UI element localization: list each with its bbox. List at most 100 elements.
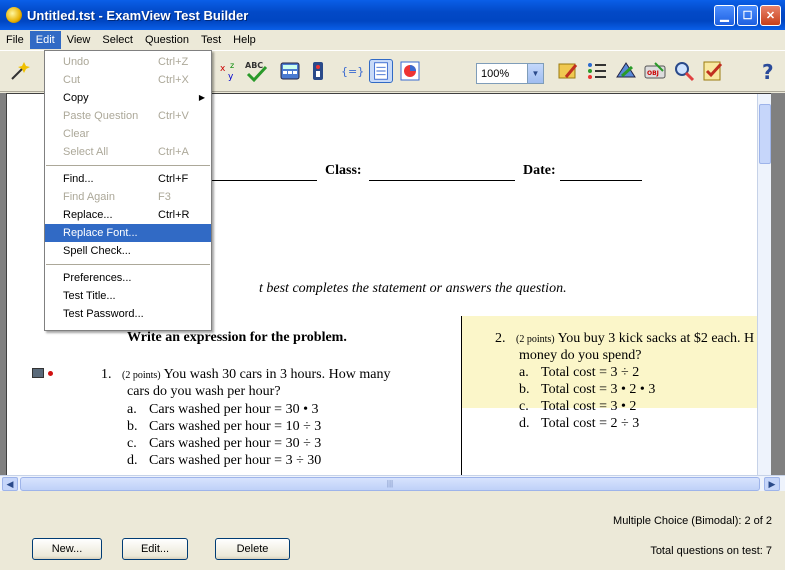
- vertical-scrollbar[interactable]: [757, 94, 771, 475]
- svg-text:OBJ: OBJ: [647, 70, 659, 77]
- q2-choice-a[interactable]: a. Total cost = 3 ÷ 2: [519, 365, 639, 381]
- examview-app-icon[interactable]: [6, 7, 22, 23]
- info-icon[interactable]: [306, 59, 330, 83]
- menu-separator: [46, 264, 210, 265]
- sort-icon[interactable]: [614, 59, 638, 83]
- points-label: (2 points): [516, 334, 555, 345]
- chart-icon[interactable]: [398, 59, 422, 83]
- menu-shortcut: Ctrl+R: [158, 209, 190, 221]
- choice-letter: a.: [127, 402, 137, 417]
- menu-undo[interactable]: Undo Ctrl+Z: [45, 53, 211, 71]
- question-number: 2.: [495, 331, 506, 346]
- date-label: Date:: [523, 163, 556, 178]
- menu-select-all[interactable]: Select All Ctrl+A: [45, 143, 211, 161]
- choice-letter: b.: [519, 382, 530, 397]
- edit-button[interactable]: Edit...: [122, 538, 188, 560]
- edit-menu-dropdown: Undo Ctrl+Z Cut Ctrl+X Copy ▶ Paste Questio…: [44, 50, 212, 331]
- svg-text:?: ?: [762, 60, 774, 83]
- menu-label: Select All: [63, 146, 109, 158]
- menu-label: Spell Check...: [63, 245, 131, 257]
- svg-text:y: y: [228, 72, 234, 82]
- question-edit-icon[interactable]: [556, 59, 580, 83]
- wizard-icon[interactable]: [8, 59, 32, 83]
- menu-shortcut: Ctrl+Z: [158, 56, 189, 68]
- menu-label: Copy: [63, 92, 89, 104]
- menu-clear[interactable]: Clear: [45, 125, 211, 143]
- menu-label: Undo: [63, 56, 90, 68]
- question-2-line1[interactable]: 2. (2 points) You buy 3 kick sacks at $2…: [495, 331, 754, 348]
- menu-replace-font[interactable]: Replace Font...: [45, 224, 211, 242]
- zoom-select[interactable]: 100% ▼: [476, 63, 544, 84]
- title-bar: Untitled.tst - ExamView Test Builder ▁ ☐…: [0, 0, 785, 30]
- spell-check-icon[interactable]: ABC: [244, 59, 268, 83]
- numbered-list-icon[interactable]: [585, 59, 609, 83]
- question-2-line2: money do you spend?: [519, 348, 642, 363]
- menu-edit[interactable]: Edit: [29, 31, 61, 49]
- scroll-left-icon[interactable]: ◀: [2, 477, 18, 491]
- menu-preferences[interactable]: Preferences...: [45, 269, 211, 287]
- vertical-scroll-thumb[interactable]: [759, 104, 771, 164]
- menu-question[interactable]: Question: [139, 31, 195, 49]
- search-replace-icon[interactable]: [672, 59, 696, 83]
- q2-choice-c[interactable]: c. Total cost = 3 • 2: [519, 399, 636, 415]
- menu-view[interactable]: View: [61, 31, 97, 49]
- objectives-icon[interactable]: OBJ: [643, 59, 667, 83]
- menu-select[interactable]: Select: [96, 31, 139, 49]
- menu-shortcut: Ctrl+F: [158, 173, 189, 185]
- svg-text:z: z: [230, 61, 234, 70]
- bracket-icon[interactable]: {=}: [340, 59, 364, 83]
- question-1-line1[interactable]: 1. (2 points) You wash 30 cars in 3 hour…: [101, 367, 390, 384]
- delete-button[interactable]: Delete: [215, 538, 290, 560]
- window-title: Untitled.tst - ExamView Test Builder: [27, 7, 249, 23]
- horizontal-scroll-thumb[interactable]: |||: [20, 477, 760, 491]
- close-button[interactable]: ✕: [760, 5, 781, 26]
- q2-choice-b[interactable]: b. Total cost = 3 • 2 • 3: [519, 382, 655, 398]
- question-text: You wash 30 cars in 3 hours. How many: [163, 367, 391, 382]
- menu-test[interactable]: Test: [195, 31, 227, 49]
- calculator-icon[interactable]: [278, 59, 302, 83]
- menu-test-password[interactable]: Test Password...: [45, 305, 211, 323]
- menu-file[interactable]: File: [0, 31, 30, 49]
- q1-choice-d[interactable]: d. Cars washed per hour = 3 ÷ 30: [127, 453, 321, 469]
- scramble-icon[interactable]: xyz: [218, 59, 242, 83]
- scroll-right-icon[interactable]: ▶: [764, 477, 780, 491]
- checklist-icon[interactable]: [701, 59, 725, 83]
- new-button[interactable]: New...: [32, 538, 102, 560]
- status-dot-icon: [48, 370, 53, 376]
- section-header: Write an expression for the problem.: [127, 330, 347, 345]
- menu-find-again[interactable]: Find Again F3: [45, 188, 211, 206]
- page-view-icon[interactable]: [369, 59, 393, 83]
- menu-paste-question[interactable]: Paste Question Ctrl+V: [45, 107, 211, 125]
- horizontal-scrollbar[interactable]: ◀ ||| ▶: [0, 475, 785, 491]
- menu-shortcut: F3: [158, 191, 171, 203]
- q1-choice-c[interactable]: c. Cars washed per hour = 30 ÷ 3: [127, 436, 321, 452]
- choice-text: Total cost = 3 ÷ 2: [541, 365, 640, 380]
- q1-choice-b[interactable]: b. Cars washed per hour = 10 ÷ 3: [127, 419, 321, 435]
- bottom-panel: Multiple Choice (Bimodal): 2 of 2 Total …: [0, 491, 785, 570]
- date-underline: [560, 180, 642, 181]
- choice-text: Cars washed per hour = 10 ÷ 3: [149, 419, 322, 434]
- q1-choice-a[interactable]: a. Cars washed per hour = 30 • 3: [127, 402, 318, 418]
- menu-replace[interactable]: Replace... Ctrl+R: [45, 206, 211, 224]
- menu-shortcut: Ctrl+A: [158, 146, 189, 158]
- chevron-down-icon[interactable]: ▼: [527, 64, 543, 83]
- class-label: Class:: [325, 163, 362, 178]
- menu-copy[interactable]: Copy ▶: [45, 89, 211, 107]
- menu-label: Find Again: [63, 191, 115, 203]
- maximize-button[interactable]: ☐: [737, 5, 758, 26]
- choice-letter: d.: [519, 416, 530, 431]
- menu-test-title[interactable]: Test Title...: [45, 287, 211, 305]
- menu-cut[interactable]: Cut Ctrl+X: [45, 71, 211, 89]
- q2-choice-d[interactable]: d. Total cost = 2 ÷ 3: [519, 416, 639, 432]
- menu-spell-check[interactable]: Spell Check...: [45, 242, 211, 260]
- svg-text:{=}: {=}: [341, 65, 364, 78]
- minimize-button[interactable]: ▁: [714, 5, 735, 26]
- menu-find[interactable]: Find... Ctrl+F: [45, 170, 211, 188]
- help-icon[interactable]: ?: [757, 59, 781, 83]
- choice-letter: b.: [127, 419, 138, 434]
- question-text: You buy 3 kick sacks at $2 each. H: [557, 331, 755, 346]
- menu-help[interactable]: Help: [227, 31, 262, 49]
- submenu-arrow-icon: ▶: [198, 93, 205, 102]
- menu-shortcut: Ctrl+V: [158, 110, 189, 122]
- total-questions-status: Total questions on test: 7: [650, 545, 772, 557]
